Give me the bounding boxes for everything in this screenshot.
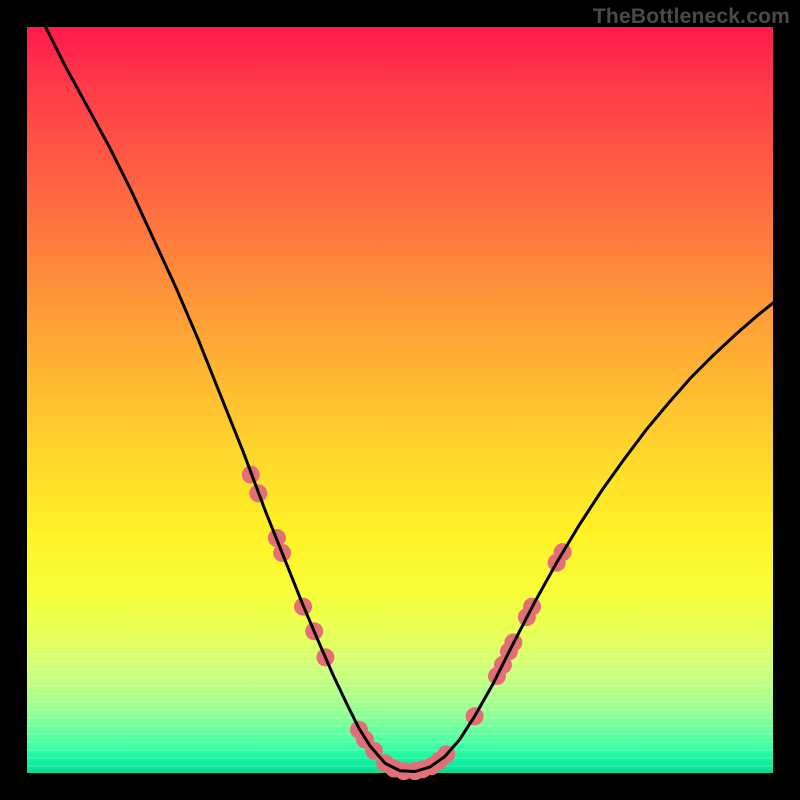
marker-group (242, 466, 572, 781)
plot-area (27, 27, 773, 773)
bottleneck-curve (27, 0, 773, 772)
watermark-label: TheBottleneck.com (593, 5, 790, 29)
chart-frame: TheBottleneck.com (0, 0, 800, 800)
chart-svg (27, 27, 773, 773)
